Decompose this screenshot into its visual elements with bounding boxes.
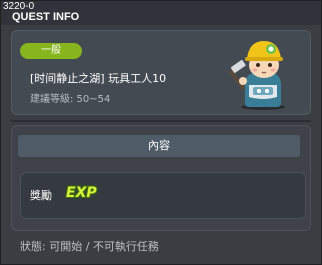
section-divider <box>11 120 311 122</box>
reward-box <box>20 172 306 219</box>
quest-type-badge: 一般 <box>20 43 82 59</box>
recommended-level: 建議等級: 50~54 <box>30 94 111 105</box>
exp-icon: EXP <box>66 185 97 201</box>
quest-info-window: 3220-0 QUEST INFO 一般 [时间静止之湖] 玩具工人10 建議等… <box>0 0 322 265</box>
content-header: 內容 <box>18 135 300 157</box>
reward-label: 獎勵 <box>30 189 52 202</box>
window-title: QUEST INFO <box>12 11 80 23</box>
quest-status: 狀態: 可開始 / 不可執行任務 <box>20 240 159 253</box>
toy-worker-npc-icon <box>229 41 285 110</box>
quest-name: [时间静止之湖] 玩具工人10 <box>30 72 167 85</box>
